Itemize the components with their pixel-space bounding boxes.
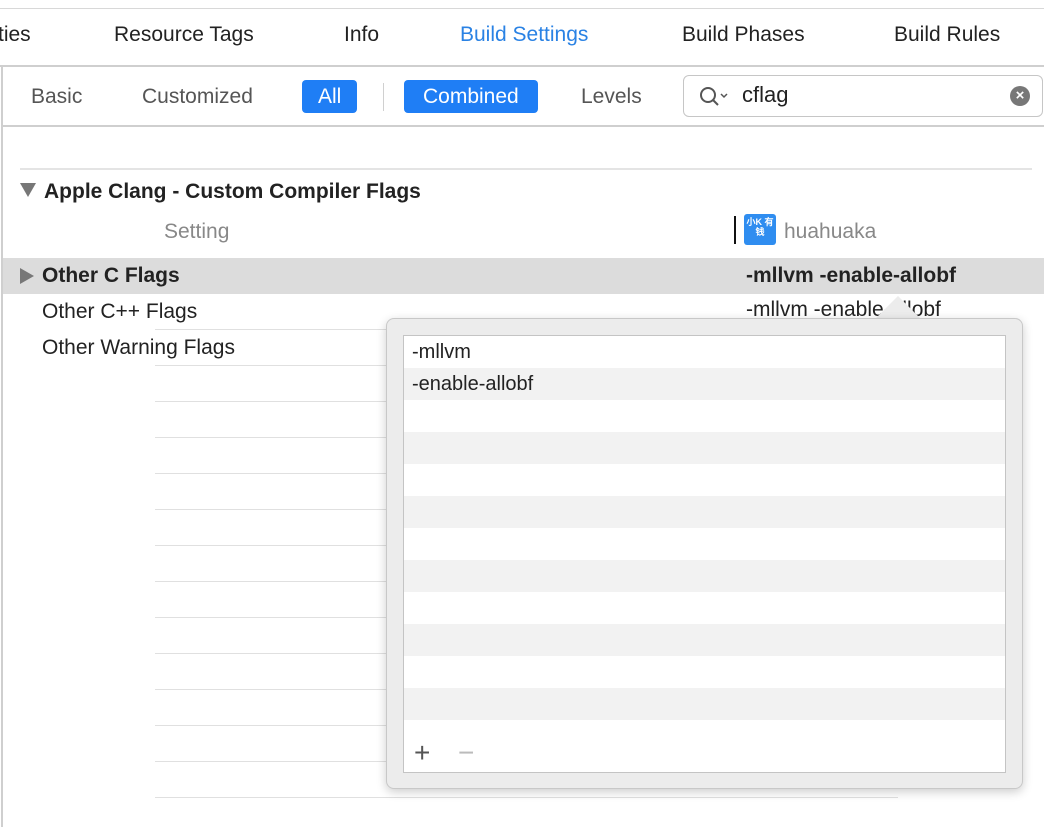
column-divider xyxy=(734,216,736,244)
list-item xyxy=(404,496,1005,528)
list-item xyxy=(404,592,1005,624)
app-icon: 小K 有钱 xyxy=(744,214,776,245)
filter-combined[interactable]: Combined xyxy=(404,80,538,113)
sidebar-edge xyxy=(0,67,3,827)
setting-name[interactable]: Other Warning Flags xyxy=(42,336,235,360)
filter-levels[interactable]: Levels xyxy=(567,80,656,113)
tab-resource-tags[interactable]: Resource Tags xyxy=(114,23,254,47)
flags-list: -mllvm -enable-allobf + − xyxy=(403,335,1006,773)
list-item xyxy=(404,528,1005,560)
tab-capabilities[interactable]: ties xyxy=(0,23,31,47)
row-divider xyxy=(155,797,898,798)
app-icon-text: 小K 有钱 xyxy=(746,217,774,237)
tab-build-settings[interactable]: Build Settings xyxy=(460,23,588,47)
disclosure-triangle-icon xyxy=(20,183,36,197)
tab-build-phases[interactable]: Build Phases xyxy=(682,23,805,47)
list-item xyxy=(404,400,1005,432)
divider xyxy=(383,83,384,111)
setting-name[interactable]: Other C++ Flags xyxy=(42,300,197,324)
setting-name[interactable]: Other C Flags xyxy=(42,264,180,288)
tab-build-rules[interactable]: Build Rules xyxy=(894,23,1000,47)
list-item xyxy=(404,656,1005,688)
popover-arrow xyxy=(876,296,920,318)
divider xyxy=(20,168,1032,170)
search-icon xyxy=(700,87,728,106)
search-input[interactable] xyxy=(742,82,992,108)
column-header-target[interactable]: huahuaka xyxy=(784,220,876,244)
editor-tab-bar: ties Resource Tags Info Build Settings B… xyxy=(0,9,1044,67)
filter-basic[interactable]: Basic xyxy=(17,80,96,113)
list-item[interactable]: -mllvm xyxy=(404,336,1005,368)
flags-editor-popover: -mllvm -enable-allobf + − xyxy=(386,318,1023,789)
section-header[interactable]: Apple Clang - Custom Compiler Flags xyxy=(20,180,421,204)
disclosure-triangle-icon[interactable] xyxy=(20,268,34,284)
list-item xyxy=(404,624,1005,656)
filter-all[interactable]: All xyxy=(302,80,358,113)
clear-search-button[interactable]: × xyxy=(1010,86,1030,106)
search-field[interactable]: × xyxy=(683,75,1043,117)
section-title: Apple Clang - Custom Compiler Flags xyxy=(44,180,421,203)
filter-bar: Basic Customized All Combined Levels × xyxy=(3,67,1044,127)
setting-value[interactable]: -mllvm -enable-allobf xyxy=(746,264,956,288)
column-header-setting[interactable]: Setting xyxy=(164,220,229,244)
list-item xyxy=(404,432,1005,464)
tab-info[interactable]: Info xyxy=(344,23,379,47)
list-item[interactable]: -enable-allobf xyxy=(404,368,1005,400)
remove-item-button[interactable]: − xyxy=(458,738,474,768)
list-item xyxy=(404,688,1005,720)
list-item xyxy=(404,464,1005,496)
add-item-button[interactable]: + xyxy=(414,738,430,768)
filter-customized[interactable]: Customized xyxy=(128,80,267,113)
list-item xyxy=(404,560,1005,592)
